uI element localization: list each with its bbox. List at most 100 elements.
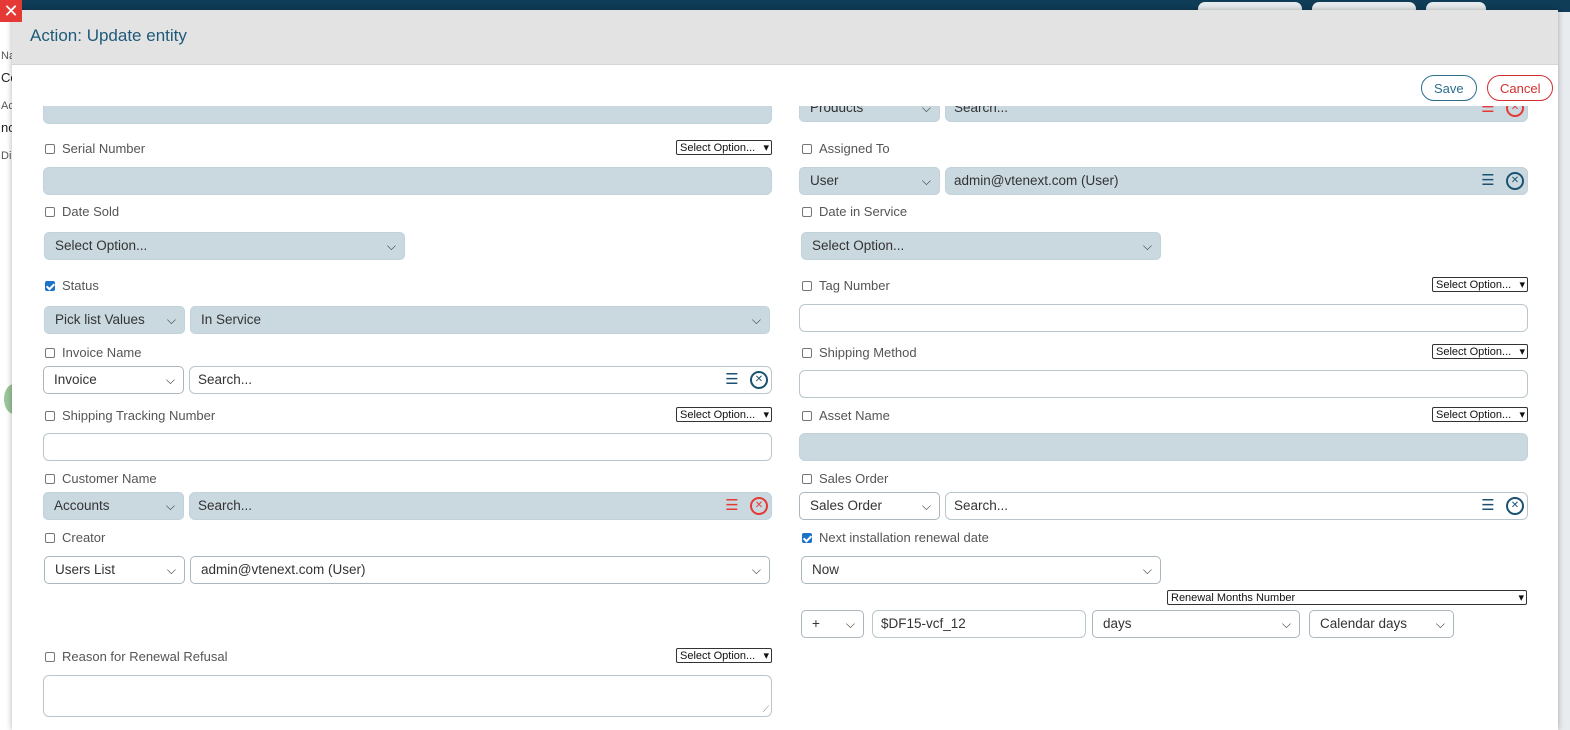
label-text: Reason for Renewal Refusal (62, 649, 228, 664)
chevron-down-icon: ⌵ (921, 106, 931, 115)
date-sold-select[interactable]: Select Option... ⌵ (44, 232, 405, 260)
assigned-to-label: Assigned To (802, 141, 890, 156)
renewal-months-select[interactable]: Renewal Months Number (1167, 590, 1527, 605)
list-icon[interactable]: ☰ (1480, 173, 1496, 189)
creator-checkbox[interactable] (45, 532, 55, 543)
chevron-down-icon: ⌵ (751, 313, 761, 327)
label-text: Creator (62, 530, 106, 545)
shipping-tracking-checkbox[interactable] (45, 410, 55, 421)
select-value: Products (810, 106, 864, 115)
reason-refusal-option-select[interactable]: Select Option... (676, 648, 772, 663)
list-icon[interactable]: ☰ (724, 498, 740, 514)
date-in-service-label: Date in Service (802, 204, 907, 219)
reason-refusal-checkbox[interactable] (45, 651, 55, 662)
select-value: Invoice (54, 372, 97, 387)
clear-icon[interactable]: ✕ (750, 497, 768, 515)
clear-icon[interactable]: ✕ (1506, 172, 1524, 190)
update-entity-modal: Action: Update entity Save Cancel Produc… (12, 10, 1558, 730)
label-text: Customer Name (62, 471, 157, 486)
reason-refusal-textarea[interactable]: ⟋ (43, 675, 772, 717)
select-value: Now (812, 562, 840, 577)
modal-toolbar: Save Cancel (12, 65, 1558, 105)
tag-number-checkbox[interactable] (802, 280, 812, 291)
label-text: Sales Order (819, 471, 889, 486)
list-icon[interactable]: ☰ (1480, 498, 1496, 514)
serial-number-option-select[interactable]: Select Option... (676, 140, 772, 155)
select-value: Pick list Values (55, 312, 145, 327)
clear-icon[interactable]: ✕ (750, 371, 768, 389)
shipping-method-checkbox[interactable] (802, 347, 812, 358)
label-text: Tag Number (819, 278, 890, 293)
label-text: Shipping Tracking Number (62, 408, 216, 423)
chevron-down-icon: ⌵ (165, 373, 175, 387)
assigned-to-search[interactable]: admin@vtenext.com (User) ☰ ✕ (945, 167, 1528, 195)
label-text: Date Sold (62, 204, 120, 219)
save-button[interactable]: Save (1421, 75, 1477, 101)
top-cutoff-search[interactable]: Search... ☰ ✕ (945, 106, 1528, 122)
search-placeholder: Search... (198, 372, 253, 387)
invoice-search[interactable]: Search... ☰ ✕ (189, 366, 772, 394)
sales-order-search[interactable]: Search... ☰ ✕ (945, 492, 1528, 520)
renewal-unit-select[interactable]: days ⌵ (1092, 610, 1300, 638)
chevron-down-icon: ⌵ (386, 239, 396, 253)
tag-number-option-select[interactable]: Select Option... (1432, 277, 1528, 292)
next-renewal-checkbox[interactable] (802, 532, 812, 543)
resize-grip-icon[interactable]: ⟋ (763, 704, 769, 715)
renewal-calendar-select[interactable]: Calendar days ⌵ (1309, 610, 1454, 638)
modal-title: Action: Update entity (12, 10, 1558, 65)
next-renewal-base-select[interactable]: Now ⌵ (801, 556, 1161, 584)
serial-number-label: Serial Number (45, 141, 145, 156)
clear-icon[interactable]: ✕ (1506, 106, 1524, 117)
background-letter: Di (1, 150, 12, 162)
invoice-type-select[interactable]: Invoice ⌵ (43, 366, 184, 394)
select-value: Select Option... (55, 238, 148, 253)
label-text: Assigned To (819, 141, 890, 156)
select-value: admin@vtenext.com (User) (201, 562, 366, 577)
clear-icon[interactable]: ✕ (1506, 497, 1524, 515)
search-placeholder: Search... (954, 498, 1009, 513)
close-icon[interactable]: ✕ (0, 0, 22, 22)
background-left-strip: Na Co Ac nc Di (0, 12, 18, 730)
creator-value-select[interactable]: admin@vtenext.com (User) ⌵ (190, 556, 770, 584)
list-icon[interactable]: ☰ (1480, 106, 1496, 116)
renewal-operator-select[interactable]: + ⌵ (801, 610, 864, 638)
top-cutoff-input[interactable] (43, 106, 772, 124)
top-cutoff-module-select[interactable]: Products ⌵ (799, 106, 940, 122)
list-icon[interactable]: ☰ (724, 372, 740, 388)
assigned-to-checkbox[interactable] (802, 143, 812, 154)
renewal-expression-input[interactable]: $DF15-vcf_12 (872, 610, 1086, 638)
serial-number-checkbox[interactable] (45, 143, 55, 154)
shipping-method-option-select[interactable]: Select Option... (1432, 344, 1528, 359)
asset-name-label: Asset Name (802, 408, 890, 423)
sales-order-type-select[interactable]: Sales Order ⌵ (799, 492, 940, 520)
chevron-down-icon: ⌵ (1142, 239, 1152, 253)
chevron-down-icon: ⌵ (166, 313, 176, 327)
chevron-down-icon: ⌵ (1281, 617, 1291, 631)
invoice-name-checkbox[interactable] (45, 347, 55, 358)
customer-search[interactable]: Search... ☰ ✕ (189, 492, 772, 520)
serial-number-input[interactable] (43, 167, 772, 195)
status-value-select[interactable]: In Service ⌵ (190, 306, 770, 334)
shipping-tracking-option-select[interactable]: Select Option... (676, 407, 772, 422)
shipping-method-label: Shipping Method (802, 345, 917, 360)
asset-name-checkbox[interactable] (802, 410, 812, 421)
assigned-to-type-select[interactable]: User ⌵ (799, 167, 940, 195)
date-sold-label: Date Sold (45, 204, 119, 219)
shipping-method-input[interactable] (799, 370, 1528, 398)
shipping-tracking-input[interactable] (43, 433, 772, 461)
chevron-down-icon: ⌵ (921, 174, 931, 188)
tag-number-input[interactable] (799, 304, 1528, 332)
asset-name-input[interactable] (799, 433, 1528, 461)
status-type-select[interactable]: Pick list Values ⌵ (44, 306, 185, 334)
creator-type-select[interactable]: Users List ⌵ (44, 556, 185, 584)
cancel-button[interactable]: Cancel (1487, 75, 1554, 101)
date-in-service-select[interactable]: Select Option... ⌵ (801, 232, 1161, 260)
date-in-service-checkbox[interactable] (802, 206, 812, 217)
status-checkbox[interactable] (45, 280, 55, 291)
asset-name-option-select[interactable]: Select Option... (1432, 407, 1528, 422)
select-value: Sales Order (810, 498, 883, 513)
customer-type-select[interactable]: Accounts ⌵ (43, 492, 184, 520)
customer-name-checkbox[interactable] (45, 473, 55, 484)
date-sold-checkbox[interactable] (45, 206, 55, 217)
sales-order-checkbox[interactable] (802, 473, 812, 484)
